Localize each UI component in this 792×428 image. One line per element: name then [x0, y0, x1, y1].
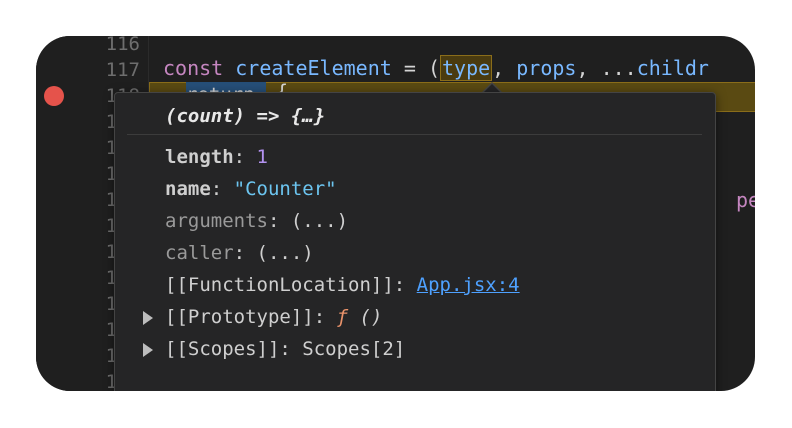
property-key: [[Scopes]]	[165, 338, 280, 360]
property-row-function-location: [[FunctionLocation]]: App.jsx:4	[165, 270, 520, 300]
property-row-caller[interactable]: caller: (...)	[165, 238, 314, 268]
code-line-117: const createElement = (type, props, ...c…	[163, 52, 709, 84]
lazy-value[interactable]: (...)	[257, 242, 314, 264]
property-row-scopes[interactable]: [[Scopes]]: Scopes[2]	[165, 334, 405, 364]
property-value: "Counter"	[233, 178, 337, 200]
comma: ,	[576, 56, 589, 80]
property-value: ()	[359, 306, 383, 328]
line-number: 117	[105, 59, 140, 81]
equals-sign: =	[403, 56, 416, 80]
editor-window: 116 117 118 119 120 121 122 123 124 125 …	[36, 36, 755, 391]
comma: ,	[492, 56, 505, 80]
property-sep: :	[393, 274, 417, 296]
property-sep: :	[279, 338, 303, 360]
property-sep: :	[233, 242, 257, 264]
param-props[interactable]: props	[516, 56, 576, 80]
property-value: 1	[256, 146, 268, 168]
property-row-arguments[interactable]: arguments: (...)	[165, 206, 348, 236]
property-value: Scopes[2]	[302, 338, 406, 360]
expand-triangle-icon[interactable]	[143, 311, 153, 325]
code-fragment-right: peof	[736, 188, 755, 212]
property-key: [[Prototype]]	[165, 306, 314, 328]
spread-operator: ...	[600, 56, 637, 80]
property-key: arguments	[165, 210, 268, 232]
param-type-hovered[interactable]: type	[440, 55, 493, 81]
property-key: caller	[165, 242, 234, 264]
function-symbol: ƒ	[336, 306, 349, 328]
line-number: 116	[105, 36, 140, 55]
source-location-link[interactable]: App.jsx:4	[417, 274, 520, 296]
property-key: length	[165, 146, 234, 168]
hover-popover[interactable]: (count) => {…} length: 1 name: "Counter"…	[114, 92, 716, 391]
expand-triangle-icon[interactable]	[143, 343, 153, 357]
property-sep: :	[233, 146, 257, 168]
property-row-name: name: "Counter"	[165, 174, 337, 204]
property-row-prototype[interactable]: [[Prototype]]: ƒ ()	[165, 302, 382, 332]
open-paren: (	[427, 56, 440, 80]
property-row-length: length: 1	[165, 142, 268, 172]
param-children[interactable]: childr	[637, 56, 709, 80]
property-sep: :	[210, 178, 234, 200]
property-key: name	[165, 178, 211, 200]
lazy-value[interactable]: (...)	[291, 210, 348, 232]
popover-title: (count) => {…}	[165, 105, 326, 127]
popover-divider	[127, 134, 702, 135]
property-sep: :	[313, 306, 337, 328]
const-keyword: const	[163, 56, 224, 80]
property-key: [[FunctionLocation]]	[165, 274, 394, 296]
function-name[interactable]: createElement	[235, 56, 392, 80]
property-sep: :	[267, 210, 291, 232]
